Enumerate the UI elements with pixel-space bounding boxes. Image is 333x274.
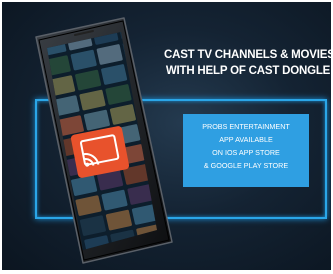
banner-frame: CAST TV CHANNELS & MOVIES WITH HELP OF C… <box>0 0 333 274</box>
smartphone-illustration <box>35 17 173 264</box>
